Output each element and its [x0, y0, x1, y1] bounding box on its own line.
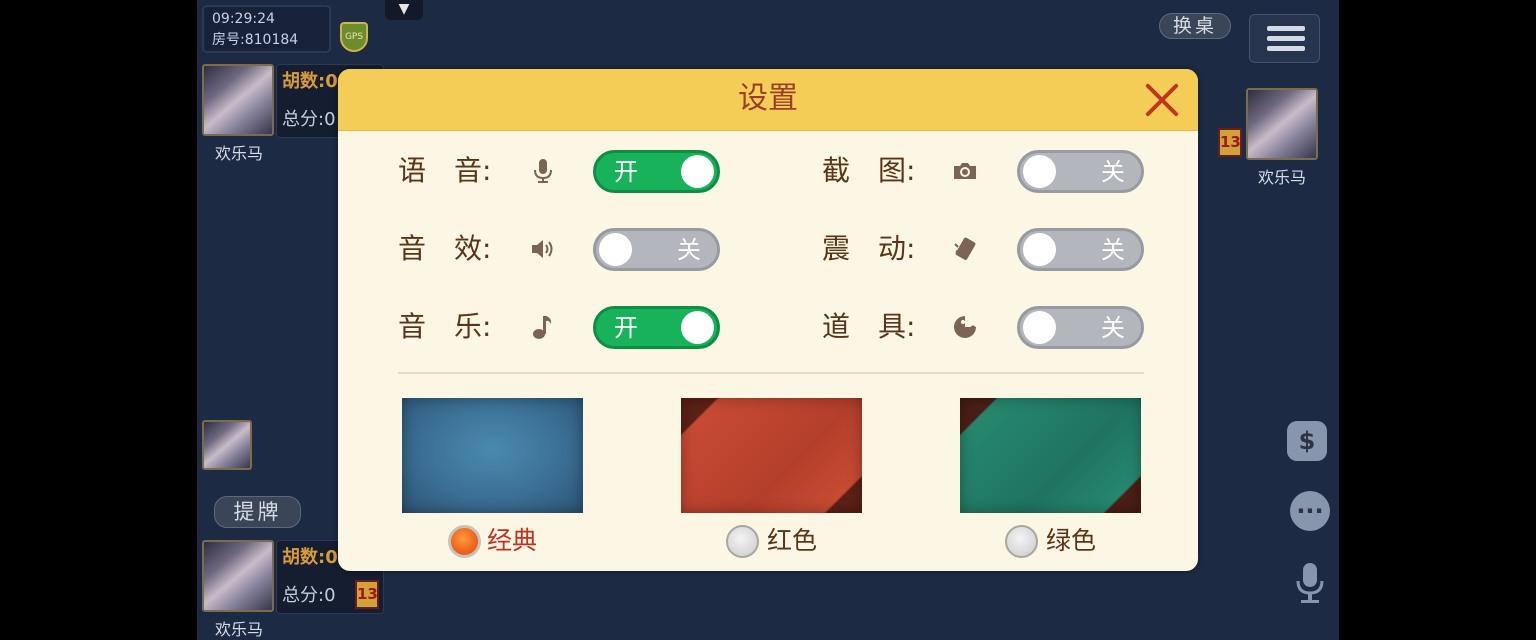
modal-overlay: 设置 语 音: 开 音 效: 关 音 乐: 开 截 图: 关 震 动: 关 道 … — [0, 0, 1536, 640]
theme-classic-preview[interactable] — [402, 398, 583, 513]
music-note-icon — [533, 316, 552, 339]
theme-red-label: 红色 — [767, 526, 818, 555]
props-icon — [954, 316, 976, 338]
sound-effect-label: 音 效: — [398, 232, 492, 265]
dialog-title: 设置 — [738, 81, 798, 116]
close-icon[interactable] — [1144, 82, 1180, 118]
theme-green-radio[interactable] — [1005, 525, 1038, 558]
screenshot-toggle[interactable]: 关 — [1017, 150, 1144, 193]
theme-green-label: 绿色 — [1046, 526, 1097, 555]
theme-classic-radio[interactable] — [448, 525, 481, 558]
vibration-toggle[interactable]: 关 — [1017, 228, 1144, 271]
theme-red-radio[interactable] — [726, 525, 759, 558]
theme-red-preview[interactable] — [681, 398, 862, 513]
divider — [398, 372, 1144, 374]
music-label: 音 乐: — [398, 310, 492, 343]
microphone-icon — [534, 159, 552, 183]
props-label: 道 具: — [822, 310, 916, 343]
props-toggle[interactable]: 关 — [1017, 306, 1144, 349]
speaker-icon — [532, 240, 553, 258]
theme-classic-label: 经典 — [487, 526, 538, 555]
theme-green-preview[interactable] — [960, 398, 1141, 513]
screenshot-label: 截 图: — [822, 154, 916, 187]
voice-toggle[interactable]: 开 — [593, 150, 720, 193]
camera-icon — [954, 163, 976, 179]
vibration-icon — [954, 237, 976, 260]
voice-label: 语 音: — [398, 154, 492, 187]
music-toggle[interactable]: 开 — [593, 306, 720, 349]
dialog-header: 设置 — [338, 69, 1198, 131]
settings-dialog: 设置 语 音: 开 音 效: 关 音 乐: 开 截 图: 关 震 动: 关 道 … — [338, 69, 1198, 571]
sound-effect-toggle[interactable]: 关 — [593, 228, 720, 271]
vibration-label: 震 动: — [822, 232, 916, 265]
